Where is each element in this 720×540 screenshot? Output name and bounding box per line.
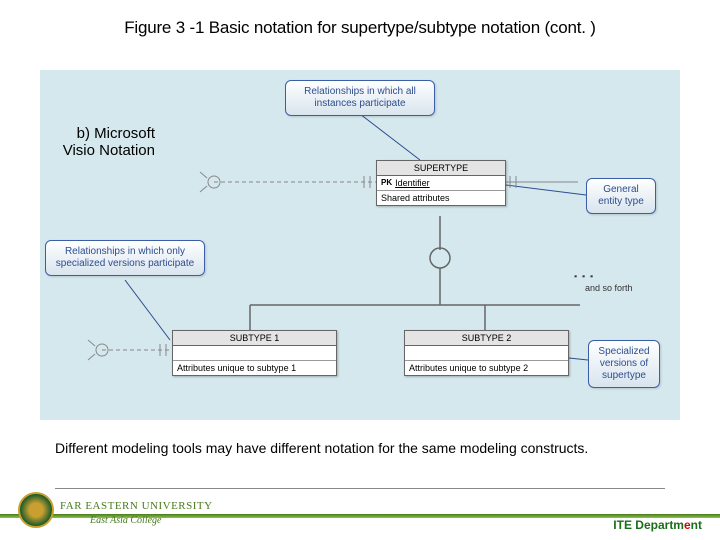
callout-specialized-only: Relationships in which only specialized … (45, 240, 205, 276)
department-label: ITE Department (613, 518, 702, 532)
entity-blank-row (173, 346, 336, 361)
entity-header: SUBTYPE 1 (173, 331, 336, 346)
entity-attr-row: Attributes unique to subtype 2 (405, 361, 568, 375)
entity-blank-row (405, 346, 568, 361)
subtitle: b) Microsoft Visio Notation (55, 125, 155, 159)
entity-header: SUPERTYPE (377, 161, 505, 176)
entity-subtype1: SUBTYPE 1 Attributes unique to subtype 1 (172, 330, 337, 376)
entity-attr-row: Shared attributes (377, 191, 505, 205)
callout-all-instances: Relationships in which all instances par… (285, 80, 435, 116)
entity-header: SUBTYPE 2 (405, 331, 568, 346)
entity-attr-row: Attributes unique to subtype 1 (173, 361, 336, 375)
slide: { "title": "Figure 3 -1 Basic notation f… (0, 0, 720, 540)
entity-supertype: SUPERTYPE PKIdentifier Shared attributes (376, 160, 506, 206)
university-logo-icon (18, 492, 54, 528)
footer-divider (55, 488, 665, 489)
figure-title: Figure 3 -1 Basic notation for supertype… (0, 0, 720, 46)
ellipsis-icon: ··· (572, 273, 596, 280)
entity-pk-row: PKIdentifier (377, 176, 505, 191)
college-name: East Asia College (90, 515, 161, 526)
and-so-forth-label: and so forth (585, 283, 633, 293)
entity-subtype2: SUBTYPE 2 Attributes unique to subtype 2 (404, 330, 569, 376)
callout-specialized-versions: Specialized versions of supertype (588, 340, 660, 388)
callout-general-entity: General entity type (586, 178, 656, 214)
footer: FAR EASTERN UNIVERSITY East Asia College… (0, 488, 720, 540)
university-name: FAR EASTERN UNIVERSITY (60, 500, 213, 512)
footnote-text: Different modeling tools may have differ… (55, 440, 645, 456)
